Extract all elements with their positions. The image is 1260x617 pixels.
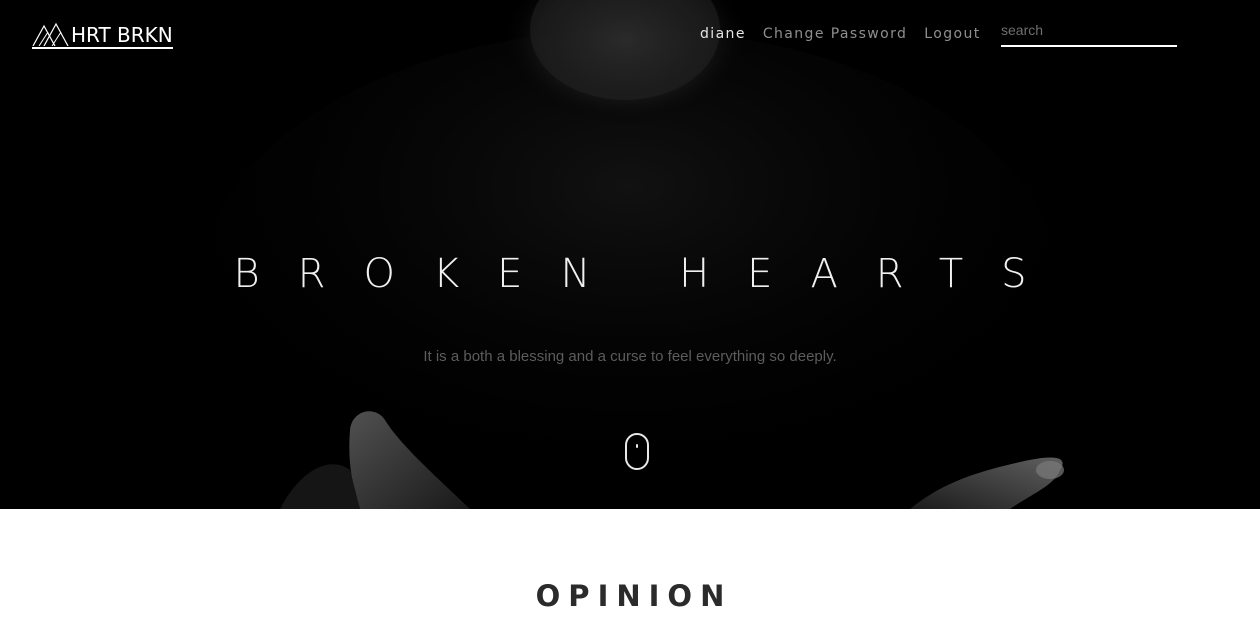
hero-title: BROKEN HEARTS bbox=[233, 251, 1065, 297]
section-title-opinion: OPINION bbox=[535, 579, 733, 613]
hero-subtitle: It is a both a blessing and a curse to f… bbox=[423, 348, 837, 365]
top-nav: diane Change Password Logout bbox=[700, 26, 998, 42]
nav-user-link[interactable]: diane bbox=[700, 26, 746, 42]
search-box bbox=[1001, 19, 1177, 47]
nav-logout-link[interactable]: Logout bbox=[924, 26, 980, 42]
mouse-scroll-icon[interactable] bbox=[625, 433, 649, 470]
mountain-peaks-icon bbox=[32, 22, 69, 46]
brand-name: HRT BRKN bbox=[71, 23, 173, 47]
search-input[interactable] bbox=[1001, 19, 1177, 45]
nav-change-password-link[interactable]: Change Password bbox=[763, 26, 907, 42]
mouse-wheel bbox=[636, 444, 638, 448]
hero-section: HRT BRKN diane Change Password Logout BR… bbox=[0, 0, 1260, 509]
brand-logo[interactable]: HRT BRKN bbox=[32, 22, 173, 49]
